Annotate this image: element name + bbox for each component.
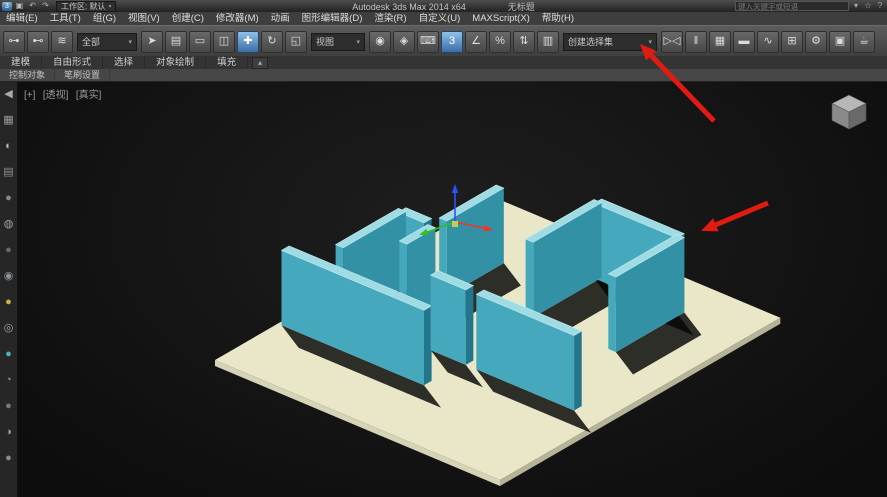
save-icon[interactable]: ▣ <box>14 1 25 11</box>
workspace-dropdown[interactable]: 工作区: 默认 ▾ <box>56 1 116 12</box>
viewport-shading-menu[interactable]: [真实] <box>76 90 102 101</box>
infocenter-search-input[interactable] <box>735 1 849 11</box>
gizmo-plane-handle <box>452 221 458 227</box>
layer-manager-button[interactable]: ▦ <box>709 31 731 53</box>
quick-access-toolbar: 3 ▣ ↶ ↷ 工作区: 默认 ▾ <box>0 1 116 12</box>
ribbon-toggle-button[interactable]: ▬ <box>733 31 755 53</box>
angle-snap-button[interactable]: ∠ <box>465 31 487 53</box>
app-logo-icon[interactable]: 3 <box>2 2 12 11</box>
menu-graph-editors[interactable]: 图形编辑器(D) <box>296 12 369 25</box>
menu-views[interactable]: 视图(V) <box>122 12 166 25</box>
infocenter: ▾ ☆ ? <box>735 1 885 11</box>
ribbon-tabs: 建模自由形式选择对象绘制填充 <box>0 56 248 69</box>
schematic-view-button[interactable]: ⊞ <box>781 31 803 53</box>
chevron-down-icon: ▾ <box>108 3 111 10</box>
select-object-button[interactable]: ➤ <box>141 31 163 53</box>
left-tool-half-sphere-icon[interactable]: ◐ <box>0 133 17 159</box>
viewport-layout-tab-icon[interactable]: ◀ <box>0 81 17 107</box>
left-tool-yellow-sphere-icon[interactable]: ● <box>0 289 17 315</box>
viewport-pov-menu[interactable]: [透视] <box>43 90 69 101</box>
app-title-text: Autodesk 3ds Max 2014 x64 <box>352 2 466 12</box>
ribbon-minimize-button[interactable]: ▴ <box>252 57 268 69</box>
left-tool-ring-icon[interactable]: ◎ <box>0 315 17 341</box>
menu-animation[interactable]: 动画 <box>265 12 296 25</box>
menu-create[interactable]: 创建(C) <box>166 12 210 25</box>
select-and-manipulate-button[interactable]: ◈ <box>393 31 415 53</box>
mirror-button[interactable]: ▷◁ <box>661 31 683 53</box>
menu-tools[interactable]: 工具(T) <box>44 12 87 25</box>
workspace-label: 工作区: 默认 <box>61 1 105 12</box>
edit-named-selections-button[interactable]: ▥ <box>537 31 559 53</box>
wall-center-a[interactable] <box>431 271 474 365</box>
spinner-snap-button[interactable]: ⇅ <box>513 31 535 53</box>
title-bar: 3 ▣ ↶ ↷ 工作区: 默认 ▾ Autodesk 3ds Max 2014 … <box>0 0 887 12</box>
menu-group[interactable]: 组(G) <box>87 12 122 25</box>
left-tool-grid-icon[interactable]: ▦ <box>0 107 17 133</box>
ribbon-tab-bar: 建模自由形式选择对象绘制填充 ▴ <box>0 56 887 70</box>
rendered-frame-button[interactable]: ▣ <box>829 31 851 53</box>
rectangular-selection-button[interactable]: ▭ <box>189 31 211 53</box>
selection-filter-dropdown[interactable]: 全部▾ <box>77 33 137 51</box>
viewport-canvas[interactable] <box>17 81 887 497</box>
menu-help[interactable]: 帮助(H) <box>536 12 580 25</box>
tab-object-paint[interactable]: 对象绘制 <box>145 56 206 69</box>
left-toolbar: ◀▦◐▤●◍●◉●◎●◔●◑● <box>0 81 18 497</box>
viewcube[interactable] <box>832 95 866 129</box>
left-tool-sphere-3-icon[interactable]: ● <box>0 237 17 263</box>
menu-bar: 编辑(E)工具(T)组(G)视图(V)创建(C)修改器(M)动画图形编辑器(D)… <box>0 12 887 26</box>
document-name: 无标题 <box>508 2 535 12</box>
left-tool-sphere-2-icon[interactable]: ◍ <box>0 211 17 237</box>
snap-toggle-3d-button[interactable]: 3 <box>441 31 463 53</box>
curve-editor-button[interactable]: ∿ <box>757 31 779 53</box>
tab-selection[interactable]: 选择 <box>103 56 145 69</box>
main-toolbar: ⊶⊷≋全部▾➤▤▭◫✚↻◱视图▾◉◈⌨3∠%⇅▥创建选择集▾▷◁‖▦▬∿⊞⚙▣☕ <box>0 25 887 58</box>
select-and-scale-button[interactable]: ◱ <box>285 31 307 53</box>
use-pivot-center-button[interactable]: ◉ <box>369 31 391 53</box>
select-and-link-button[interactable]: ⊶ <box>3 31 25 53</box>
tab-populate[interactable]: 填充 <box>206 56 248 69</box>
panel-brush-settings[interactable]: 笔刷设置 <box>55 69 110 81</box>
menu-rendering[interactable]: 渲染(R) <box>368 12 412 25</box>
keyboard-override-button[interactable]: ⌨ <box>417 31 439 53</box>
favorites-star-icon[interactable]: ☆ <box>863 1 873 11</box>
align-button[interactable]: ‖ <box>685 31 707 53</box>
ribbon-panel-bar: 控制对象笔刷设置 <box>0 69 887 82</box>
undo-icon[interactable]: ↶ <box>27 1 38 11</box>
viewport-label: [+] [透视] [真实] <box>24 85 104 103</box>
reference-coordinate-dropdown[interactable]: 视图▾ <box>311 33 365 51</box>
tab-freeform[interactable]: 自由形式 <box>42 56 103 69</box>
left-tool-sphere-5-icon[interactable]: ● <box>0 445 17 471</box>
left-tool-quarter-icon[interactable]: ◔ <box>0 367 17 393</box>
unlink-selection-button[interactable]: ⊷ <box>27 31 49 53</box>
left-tool-sphere-4-icon[interactable]: ● <box>0 393 17 419</box>
help-icon[interactable]: ? <box>875 1 885 11</box>
window-crossing-button[interactable]: ◫ <box>213 31 235 53</box>
redo-icon[interactable]: ↷ <box>40 1 51 11</box>
viewport-general-menu[interactable]: [+] <box>24 90 35 101</box>
select-and-move-button[interactable]: ✚ <box>237 31 259 53</box>
percent-snap-button[interactable]: % <box>489 31 511 53</box>
search-dropdown-icon[interactable]: ▾ <box>851 1 861 11</box>
bind-to-space-warp-button[interactable]: ≋ <box>51 31 73 53</box>
panel-control-objects[interactable]: 控制对象 <box>0 69 55 81</box>
left-tool-half-icon[interactable]: ◑ <box>0 419 17 445</box>
left-tool-list-icon[interactable]: ▤ <box>0 159 17 185</box>
named-selection-sets-dropdown[interactable]: 创建选择集▾ <box>563 33 657 51</box>
tab-modeling[interactable]: 建模 <box>0 56 42 69</box>
menu-customize[interactable]: 自定义(U) <box>413 12 467 25</box>
left-tool-teal-sphere-icon[interactable]: ● <box>0 341 17 367</box>
select-and-rotate-button[interactable]: ↻ <box>261 31 283 53</box>
select-by-name-button[interactable]: ▤ <box>165 31 187 53</box>
left-tool-sphere-1-icon[interactable]: ● <box>0 185 17 211</box>
menu-modifiers[interactable]: 修改器(M) <box>210 12 265 25</box>
left-tool-target-icon[interactable]: ◉ <box>0 263 17 289</box>
perspective-viewport[interactable]: [+] [透视] [真实] <box>17 81 887 497</box>
render-production-button[interactable]: ☕ <box>853 31 875 53</box>
menu-maxscript[interactable]: MAXScript(X) <box>466 12 536 25</box>
render-setup-button[interactable]: ⚙ <box>805 31 827 53</box>
menu-edit[interactable]: 编辑(E) <box>0 12 44 25</box>
3ds-max-window: 3 ▣ ↶ ↷ 工作区: 默认 ▾ Autodesk 3ds Max 2014 … <box>0 0 887 497</box>
